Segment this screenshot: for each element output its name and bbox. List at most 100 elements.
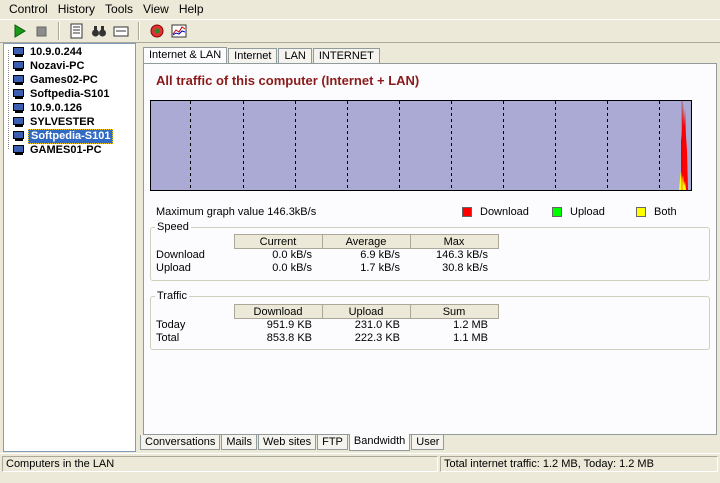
menu-history[interactable]: History bbox=[53, 0, 100, 18]
network-alert-icon[interactable] bbox=[148, 22, 166, 40]
tree-item-label: Softpedia-S101 bbox=[30, 88, 110, 100]
traffic-scope-tabs: Internet & LAN Internet LAN INTERNET bbox=[143, 46, 381, 65]
traffic-cell: 231.0 KB bbox=[354, 319, 400, 332]
traffic-cell: 853.8 KB bbox=[266, 332, 312, 344]
tree-item-label: SYLVESTER bbox=[30, 116, 95, 128]
tree-item-computer[interactable]: GAMES01-PC bbox=[12, 144, 104, 157]
computer-icon bbox=[12, 131, 26, 142]
download-swatch bbox=[462, 207, 472, 217]
tree-item-label: Games02-PC bbox=[30, 74, 98, 86]
tab-ftp[interactable]: FTP bbox=[317, 435, 348, 450]
tree-item-label: GAMES01-PC bbox=[30, 144, 102, 156]
computer-icon bbox=[12, 103, 26, 114]
upload-swatch bbox=[552, 207, 562, 217]
tab-user[interactable]: User bbox=[411, 435, 445, 450]
tree-item-computer[interactable]: Nozavi-PC bbox=[12, 60, 86, 73]
table-row: Upload 0.0 kB/s 1.7 kB/s 30.8 kB/s bbox=[152, 262, 708, 275]
speed-group-title: Speed bbox=[157, 221, 189, 233]
legend-download: Download bbox=[462, 206, 529, 218]
table-row: Download 0.0 kB/s 6.9 kB/s 146.3 kB/s bbox=[152, 249, 708, 262]
binoculars-icon[interactable] bbox=[90, 22, 108, 40]
traffic-header-filler bbox=[497, 304, 708, 319]
graph-title: All traffic of this computer (Internet +… bbox=[156, 73, 420, 88]
toolbar bbox=[0, 19, 720, 43]
tab-mails[interactable]: Mails bbox=[221, 435, 257, 450]
toolbar-separator bbox=[58, 22, 60, 40]
speed-header-average[interactable]: Average bbox=[321, 234, 411, 249]
traffic-cell: 1.1 MB bbox=[453, 332, 488, 344]
tab-lan[interactable]: LAN bbox=[278, 48, 312, 64]
menu-help[interactable]: Help bbox=[174, 0, 209, 18]
computer-tree[interactable]: 10.9.0.244 Nozavi-PC Games02-PC Softpedi… bbox=[3, 43, 136, 452]
traffic-cell: 1.2 MB bbox=[453, 319, 488, 332]
tab-web-sites[interactable]: Web sites bbox=[258, 435, 317, 450]
legend-upload-label: Upload bbox=[570, 206, 605, 218]
status-bar: Computers in the LAN Total internet traf… bbox=[0, 453, 720, 483]
view-tabs: Conversations Mails Web sites FTP Bandwi… bbox=[140, 434, 445, 452]
max-graph-value: Maximum graph value 146.3kB/s bbox=[156, 206, 316, 218]
stop-icon[interactable] bbox=[32, 22, 50, 40]
speed-cell: 146.3 kB/s bbox=[436, 249, 488, 262]
speed-cell: 0.0 kB/s bbox=[272, 249, 312, 262]
max-graph-number: 146.3kB/s bbox=[267, 206, 317, 218]
speed-table: Current Average Max Download 0.0 kB/s 6.… bbox=[152, 234, 708, 275]
message-icon[interactable] bbox=[112, 22, 130, 40]
traffic-header-upload[interactable]: Upload bbox=[321, 304, 411, 319]
traffic-header-blank bbox=[152, 305, 234, 319]
status-left: Computers in the LAN bbox=[2, 456, 438, 472]
menu-view[interactable]: View bbox=[138, 0, 174, 18]
speed-header-blank bbox=[152, 235, 234, 249]
speed-header-max[interactable]: Max bbox=[409, 234, 499, 249]
tree-item-computer[interactable]: 10.9.0.244 bbox=[12, 46, 84, 59]
speed-header-current[interactable]: Current bbox=[233, 234, 323, 249]
computer-icon bbox=[12, 117, 26, 128]
computer-icon bbox=[12, 89, 26, 100]
traffic-group-title: Traffic bbox=[157, 290, 187, 302]
tab-bandwidth[interactable]: Bandwidth bbox=[348, 434, 411, 451]
status-right: Total internet traffic: 1.2 MB, Today: 1… bbox=[440, 456, 718, 472]
toolbar-separator bbox=[138, 22, 140, 40]
traffic-table: Download Upload Sum Today 951.9 KB 231.0… bbox=[152, 304, 708, 345]
tab-conversations[interactable]: Conversations bbox=[140, 435, 221, 450]
both-swatch bbox=[636, 207, 646, 217]
tree-item-computer[interactable]: 10.9.0.126 bbox=[12, 102, 84, 115]
tab-internet[interactable]: Internet bbox=[228, 48, 278, 64]
tab-internet-upper[interactable]: INTERNET bbox=[312, 48, 380, 64]
menu-control[interactable]: Control bbox=[4, 0, 53, 18]
tree-item-label: Nozavi-PC bbox=[30, 60, 85, 72]
computer-icon bbox=[12, 145, 26, 156]
tree-item-computer[interactable]: SYLVESTER bbox=[12, 116, 97, 129]
traffic-row-label: Total bbox=[156, 332, 180, 344]
table-row: Today 951.9 KB 231.0 KB 1.2 MB bbox=[152, 319, 708, 332]
play-icon[interactable] bbox=[10, 22, 28, 40]
tree-item-label: Softpedia-S101 bbox=[28, 129, 114, 144]
traffic-row-label: Today bbox=[156, 319, 186, 331]
traffic-header-download[interactable]: Download bbox=[233, 304, 323, 319]
tree-connector bbox=[8, 50, 9, 149]
tree-item-label: 10.9.0.126 bbox=[30, 102, 82, 114]
speed-cell: 0.0 kB/s bbox=[272, 262, 312, 274]
traffic-cell: 951.9 KB bbox=[266, 319, 312, 332]
traffic-spike bbox=[679, 101, 688, 190]
traffic-header-sum[interactable]: Sum bbox=[409, 304, 499, 319]
graph-icon[interactable] bbox=[170, 22, 188, 40]
legend-upload: Upload bbox=[552, 206, 605, 218]
legend-download-label: Download bbox=[480, 206, 529, 218]
tree-item-computer[interactable]: Games02-PC bbox=[12, 74, 100, 87]
speed-cell: 1.7 kB/s bbox=[360, 262, 400, 274]
table-row: Total 853.8 KB 222.3 KB 1.1 MB bbox=[152, 332, 708, 345]
computer-icon bbox=[12, 75, 26, 86]
speed-cell: 6.9 kB/s bbox=[360, 249, 400, 262]
bandwidth-panel: All traffic of this computer (Internet +… bbox=[143, 63, 717, 435]
traffic-graph bbox=[150, 100, 692, 191]
tree-item-label: 10.9.0.244 bbox=[30, 46, 82, 58]
speed-row-label: Upload bbox=[156, 262, 191, 274]
computer-icon bbox=[12, 47, 26, 58]
tree-item-computer[interactable]: Softpedia-S101 bbox=[12, 88, 111, 101]
speed-header-filler bbox=[497, 234, 708, 249]
speed-row-label: Download bbox=[156, 249, 205, 261]
report-icon[interactable] bbox=[68, 22, 86, 40]
menu-tools[interactable]: Tools bbox=[100, 0, 138, 18]
tree-item-computer-selected[interactable]: Softpedia-S101 bbox=[12, 129, 114, 144]
legend-both-label: Both bbox=[654, 206, 677, 218]
